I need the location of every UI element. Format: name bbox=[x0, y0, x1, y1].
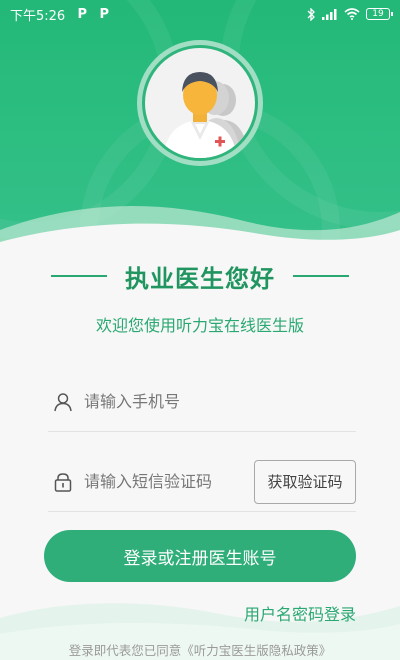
lock-icon bbox=[54, 472, 72, 492]
status-time: 下午5:26 bbox=[10, 8, 66, 24]
welcome-subtitle: 欢迎您使用听力宝在线医生版 bbox=[95, 316, 304, 335]
phone-input[interactable] bbox=[84, 392, 356, 411]
get-code-button[interactable]: 获取验证码 bbox=[254, 459, 356, 504]
privacy-agreement[interactable]: 登录即代表您已同意《听力宝医生版隐私政策》 bbox=[0, 640, 400, 659]
notification-p-icon: P bbox=[77, 6, 87, 22]
title-divider-right bbox=[293, 275, 349, 277]
sms-code-input[interactable] bbox=[84, 472, 254, 491]
status-bar: 下午5:26 P P 19 bbox=[0, 0, 400, 28]
title-divider-left bbox=[51, 275, 107, 277]
notification-p-icon: P bbox=[99, 6, 109, 22]
signal-icon bbox=[322, 9, 337, 20]
user-icon bbox=[54, 392, 72, 411]
password-login-link[interactable]: 用户名密码登录 bbox=[244, 601, 356, 625]
phone-field-row bbox=[48, 372, 356, 432]
title-row: 执业医生您好 bbox=[0, 258, 400, 294]
bluetooth-icon bbox=[307, 7, 315, 21]
wifi-icon bbox=[344, 8, 360, 20]
code-field-row: 获取验证码 bbox=[48, 452, 356, 512]
page-title: 执业医生您好 bbox=[125, 264, 275, 293]
battery-icon: 19 bbox=[366, 8, 393, 20]
login-register-button[interactable]: 登录或注册医生账号 bbox=[44, 530, 356, 582]
doctor-avatar bbox=[137, 40, 263, 166]
doctor-avatar-icon bbox=[163, 72, 249, 158]
